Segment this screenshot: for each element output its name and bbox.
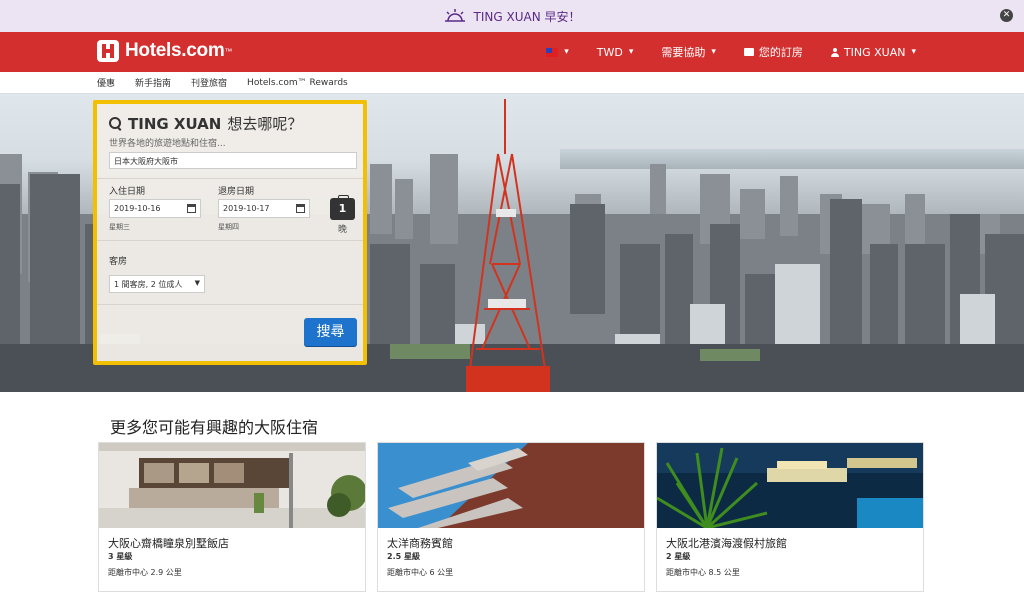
sun-icon [444,9,465,22]
hotel-star-rating: 2.5 星級 [387,552,420,561]
nights-count-badge: 1 [330,195,355,220]
hotels-logo[interactable]: Hotels.com ™ [97,40,232,62]
greeting-banner: TING XUAN 早安！ ✕ [0,0,1024,32]
rooms-guests-select[interactable]: 1 間客房, 2 位成人 ▼ [109,275,205,293]
top-navigation: Hotels.com ™ ▾ TWD ▾ 需要協助 ▾ 您的訂房 TING XUA… [0,32,1024,72]
divider [97,304,363,305]
hotel-photo [657,443,923,528]
hotel-star-rating: 3 星級 [108,552,133,561]
help-menu[interactable]: 需要協助 ▾ [661,44,716,60]
dropdown-arrow-icon: ▼ [194,279,200,287]
hotel-card[interactable]: 大阪心齋橋瞳泉別墅飯店 3 星級 距離市中心 2.9 公里 [98,442,366,592]
taiwan-flag-icon [546,47,559,57]
search-button[interactable]: 搜尋 [304,318,357,346]
currency-selector[interactable]: TWD ▾ [597,46,634,59]
chevron-down-icon: ▾ [711,47,716,57]
checkin-weekday: 星期三 [109,223,130,231]
chevron-down-icon: ▾ [911,47,916,57]
hotel-distance: 距離市中心 2.9 公里 [108,568,182,577]
checkout-weekday: 星期四 [218,223,239,231]
hotels-h-icon [97,40,119,62]
hotel-name: 大阪心齋橋瞳泉別墅飯店 [108,537,229,550]
subnav-rewards[interactable]: Hotels.com™ Rewards [247,78,348,88]
hotel-name: 太洋商務賓館 [387,537,453,550]
hotel-card[interactable]: 大阪北港濱海渡假村旅館 2 星級 距離市中心 8.5 公里 [656,442,924,592]
subnav-deals[interactable]: 優惠 [97,76,115,89]
chevron-down-icon: ▾ [564,47,569,57]
greeting-text: TING XUAN 早安！ [473,9,581,24]
hotel-name: 大阪北港濱海渡假村旅館 [666,537,787,550]
checkout-date-input[interactable]: 2019-10-17 [218,199,310,218]
checkin-label: 入住日期 [109,187,146,197]
search-form: TING XUAN 想去哪呢？ 世界各地的旅遊地點和住宿... 日本大阪府大阪市… [93,100,367,365]
hero-banner: TING XUAN 想去哪呢？ 世界各地的旅遊地點和住宿... 日本大阪府大阪市… [0,94,1024,392]
divider [97,178,363,179]
divider [97,240,363,241]
search-title: TING XUAN 想去哪呢？ [109,113,302,134]
rooms-label: 客房 [109,257,128,267]
recommendation-cards: 大阪心齋橋瞳泉別墅飯店 3 星級 距離市中心 2.9 公里 太洋商務賓館 2.5… [98,442,935,592]
calendar-icon [296,204,305,213]
destination-input[interactable]: 日本大阪府大阪市 [109,152,357,169]
hotel-distance: 距離市中心 6 公里 [387,568,454,577]
search-icon [109,117,122,130]
your-bookings-link[interactable]: 您的訂房 [743,44,803,60]
hotel-photo [378,443,644,528]
user-account-menu[interactable]: TING XUAN ▾ [830,46,916,59]
nights-label: 晚 [338,225,348,235]
sub-navigation: 優惠 新手指南 刊登旅宿 Hotels.com™ Rewards [0,72,1024,94]
calendar-icon [187,204,196,213]
checkin-date-input[interactable]: 2019-10-16 [109,199,201,218]
subnav-beginners-guide[interactable]: 新手指南 [135,76,171,89]
suitcase-icon [743,48,754,56]
hotel-photo [99,443,365,528]
language-selector[interactable]: ▾ [546,47,569,57]
search-subtitle: 世界各地的旅遊地點和住宿... [109,139,226,149]
chevron-down-icon: ▾ [628,47,634,57]
hotel-distance: 距離市中心 8.5 公里 [666,568,740,577]
recommendations-title: 更多您可能有興趣的大阪住宿 [110,418,319,437]
subnav-list-property[interactable]: 刊登旅宿 [191,76,227,89]
hotel-star-rating: 2 星級 [666,552,691,561]
close-icon[interactable]: ✕ [1000,9,1013,22]
checkout-label: 退房日期 [218,187,255,197]
hotel-card[interactable]: 太洋商務賓館 2.5 星級 距離市中心 6 公里 [377,442,645,592]
user-icon [830,47,839,57]
brand-name: Hotels.com [125,40,225,61]
